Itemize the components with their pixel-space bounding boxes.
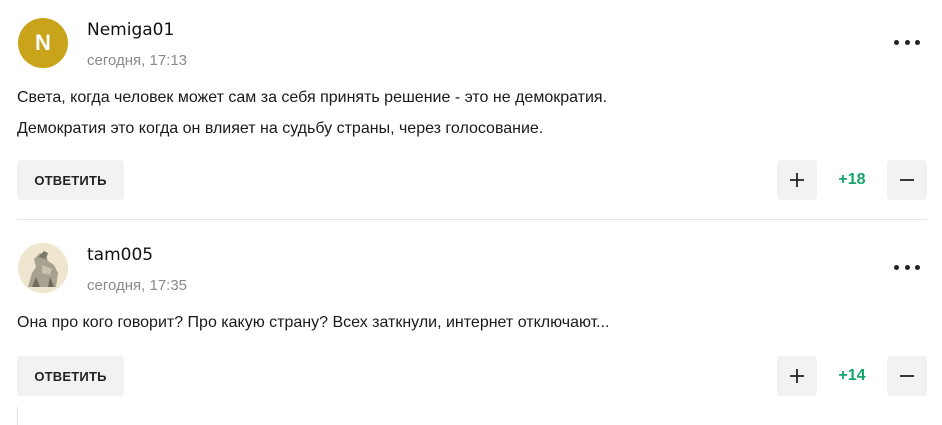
vote-score: +14 (838, 367, 866, 384)
avatar[interactable] (18, 243, 68, 293)
more-dots-icon[interactable] (894, 257, 920, 277)
minus-icon (900, 375, 914, 377)
comment-author[interactable]: tam005 (87, 245, 153, 265)
thread-line (17, 407, 18, 425)
comment-text: Она про кого говорит? Про какую страну? … (17, 307, 897, 338)
reply-button[interactable]: ОТВЕТИТЬ (17, 356, 124, 396)
comment-text-line: Она про кого говорит? Про какую страну? … (17, 314, 610, 331)
comment: tam005 сегодня, 17:35 Она про кого говор… (0, 221, 942, 425)
comment-author[interactable]: Nemiga01 (87, 20, 174, 40)
comment-date: сегодня, 17:35 (87, 277, 188, 294)
comment-date: сегодня, 17:13 (87, 52, 188, 69)
reply-button[interactable]: ОТВЕТИТЬ (17, 160, 124, 200)
avatar-initial: N (35, 30, 51, 55)
vote-score: +18 (838, 171, 866, 188)
upvote-button[interactable] (777, 160, 817, 200)
more-dots-icon[interactable] (894, 32, 920, 52)
horse-statue-avatar-image (18, 243, 68, 293)
downvote-button[interactable] (887, 356, 927, 396)
upvote-button[interactable] (777, 356, 817, 396)
comment-divider (17, 219, 927, 220)
downvote-button[interactable] (887, 160, 927, 200)
comment-text-line: Демократия это когда он влияет на судьбу… (17, 120, 544, 137)
comment-text: Света, когда человек может сам за себя п… (17, 82, 897, 144)
comment: N Nemiga01 сегодня, 17:13 Света, когда ч… (0, 0, 942, 220)
minus-icon (900, 179, 914, 181)
comment-text-line: Света, когда человек может сам за себя п… (17, 89, 608, 106)
avatar[interactable]: N (18, 18, 68, 68)
plus-icon (790, 173, 804, 187)
plus-icon (790, 369, 804, 383)
